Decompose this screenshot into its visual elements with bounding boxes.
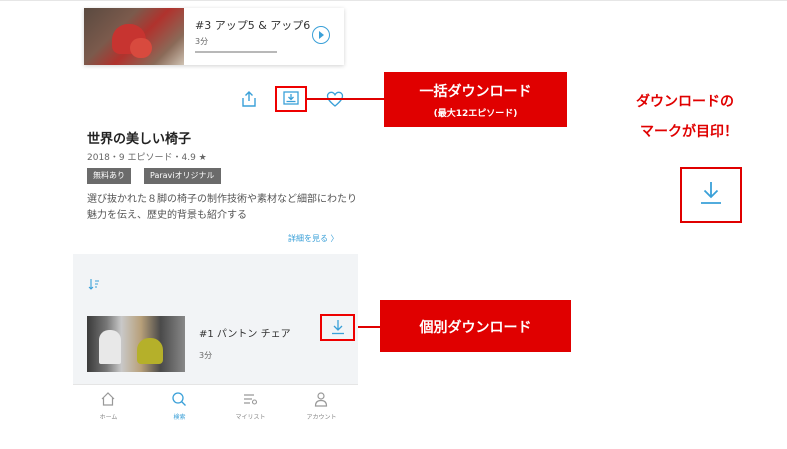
nav-search[interactable]: 検索	[144, 385, 215, 425]
individual-callout-title: 個別ダウンロード	[419, 320, 532, 336]
sort-icon[interactable]	[88, 278, 100, 290]
nav-account[interactable]: アカウント	[286, 385, 357, 425]
episode-list-duration: 3分	[199, 351, 213, 360]
bulk-download-callout: 一括ダウンロード (最大12エピソード)	[384, 72, 567, 127]
mylist-icon	[244, 394, 258, 405]
individual-download-callout: 個別ダウンロード	[380, 300, 571, 352]
nav-home[interactable]: ホーム	[73, 385, 144, 425]
episode-title: #3 アップ5 & アップ6	[195, 19, 311, 32]
download-icon	[701, 182, 721, 204]
program-meta: 2018・9 エピソード・4.9 ★	[87, 153, 207, 163]
nav-account-label: アカウント	[306, 414, 337, 421]
nav-search-label: 検索	[173, 414, 186, 421]
episode-duration: 3分	[195, 37, 209, 46]
search-icon	[172, 392, 186, 406]
account-icon	[314, 392, 328, 407]
bottom-navigation: ホーム 検索 マイリスト アカウント	[73, 384, 358, 425]
episode-progress-bar	[195, 51, 277, 53]
bulk-connector-line	[307, 98, 384, 100]
continue-episode-card[interactable]: #3 アップ5 & アップ6 3分	[84, 8, 344, 65]
episode-progress-fill	[195, 51, 277, 53]
details-link[interactable]: 詳細を見る 〉	[288, 233, 339, 244]
nav-home-label: ホーム	[99, 414, 118, 421]
mark-note-line1: ダウンロードの	[636, 94, 734, 110]
nav-mylist[interactable]: マイリスト	[215, 385, 286, 425]
tag-original: Paraviオリジナル	[144, 168, 221, 184]
program-description: 選び抜かれた８脚の椅子の制作技術や素材など細部にわたり魅力を伝え、歴史的背景も紹…	[87, 194, 357, 221]
bulk-callout-subtitle: (最大12エピソード)	[433, 109, 518, 119]
episode-thumbnail	[84, 8, 184, 65]
download-all-icon[interactable]	[283, 91, 299, 105]
tag-free: 無料あり	[87, 168, 131, 184]
play-icon[interactable]	[312, 26, 330, 44]
bulk-callout-title: 一括ダウンロード	[419, 84, 532, 100]
nav-mylist-label: マイリスト	[235, 414, 266, 421]
share-icon[interactable]	[240, 90, 258, 108]
download-icon[interactable]	[331, 319, 345, 335]
individual-connector-line	[355, 326, 380, 328]
program-title: 世界の美しい椅子	[87, 132, 192, 147]
episode-list-title[interactable]: #1 パントン チェア	[199, 325, 291, 340]
episode-thumbnail[interactable]	[87, 316, 185, 372]
home-icon	[101, 392, 115, 406]
top-divider	[0, 0, 787, 1]
mark-note-line2: マークが目印！	[640, 124, 738, 140]
